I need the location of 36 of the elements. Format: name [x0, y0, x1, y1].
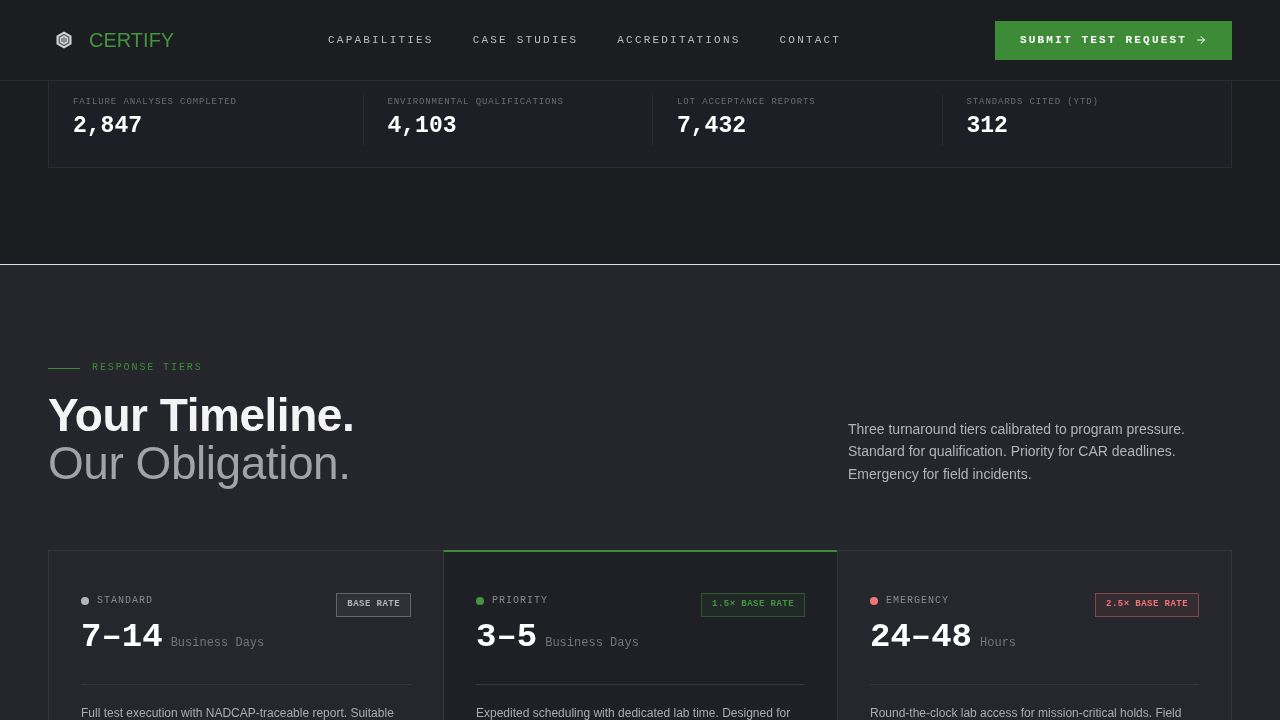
- tier-name: EMERGENCY: [886, 595, 949, 607]
- nav-link[interactable]: CONTACT: [779, 33, 842, 47]
- nav-link[interactable]: CASE STUDIES: [472, 33, 579, 47]
- heading-subtitle: Our Obligation.: [48, 439, 352, 487]
- stat-label: LOT ACCEPTANCE REPORTS: [677, 96, 817, 108]
- turnaround-range: 7–14: [81, 620, 163, 654]
- turnaround-unit: Business Days: [545, 636, 639, 650]
- stat-value: 2,847: [73, 112, 143, 140]
- submit-request-button[interactable]: SUBMIT TEST REQUEST: [995, 20, 1232, 60]
- stat-label: ENVIRONMENTAL QUALIFICATIONS: [387, 96, 565, 108]
- rate-badge: 1.5× BASE RATE: [701, 593, 805, 617]
- tier-description: Full test execution with NADCAP-traceable report. Suitable: [81, 706, 395, 720]
- nav-link[interactable]: CAPABILITIES: [328, 33, 434, 47]
- logo-icon: [55, 31, 73, 49]
- stat-value: 4,103: [387, 112, 458, 140]
- tier-description: Round-the-clock lab access for mission-critical holds. Field: [870, 706, 1183, 720]
- rate-badge: BASE RATE: [336, 593, 411, 617]
- stat-label: FAILURE ANALYSES COMPLETED: [73, 96, 238, 108]
- turnaround-range: 3–5: [476, 620, 538, 654]
- arrow-right-icon: [1195, 34, 1208, 46]
- turnaround-range: 24–48: [870, 620, 973, 654]
- turnaround-unit: Hours: [980, 636, 1017, 650]
- accent-line: [48, 367, 80, 369]
- stat-value: 7,432: [677, 112, 747, 140]
- eyebrow-label: RESPONSE TIERS: [92, 362, 203, 374]
- brand-name: CERTIFY: [89, 28, 175, 52]
- nav-link[interactable]: ACCREDITATIONS: [617, 33, 741, 47]
- intro-text: Three turnaround tiers calibrated to program pressure. Standard for qualification. Priority for CAR deadlines. Emergency for field incidents.: [848, 419, 1186, 484]
- stat-value: 312: [966, 112, 1009, 140]
- turnaround-unit: Business Days: [170, 636, 265, 650]
- stat-label: STANDARDS CITED (YTD): [966, 96, 1100, 108]
- tier-name: STANDARD: [97, 595, 153, 607]
- rate-badge: 2.5× BASE RATE: [1095, 593, 1199, 617]
- tier-name: PRIORITY: [492, 595, 548, 607]
- heading-title: Your Timeline.: [48, 391, 355, 439]
- tier-description: Expedited scheduling with dedicated lab time. Designed for: [476, 706, 792, 720]
